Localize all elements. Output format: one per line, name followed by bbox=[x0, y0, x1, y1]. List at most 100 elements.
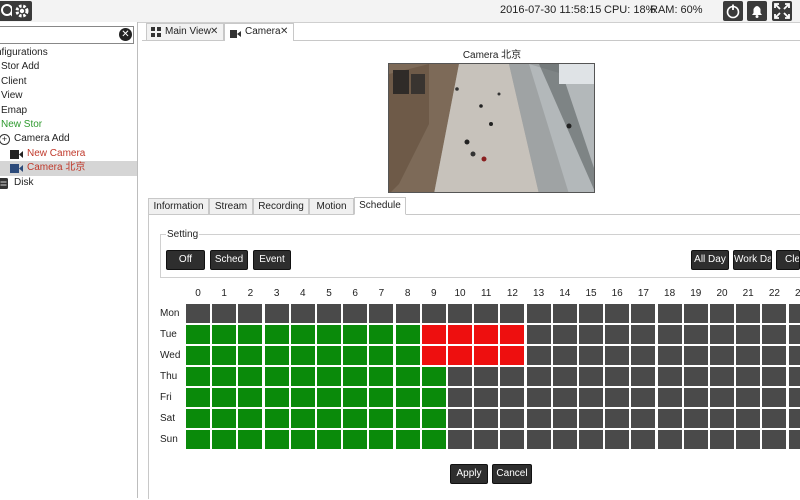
schedule-cell[interactable] bbox=[395, 388, 420, 407]
schedule-cell[interactable] bbox=[579, 388, 603, 407]
schedule-cell[interactable] bbox=[736, 346, 761, 365]
schedule-cell[interactable] bbox=[605, 325, 630, 344]
schedule-cell[interactable] bbox=[186, 304, 210, 323]
schedule-cell[interactable] bbox=[500, 325, 525, 344]
apply-button[interactable]: Apply bbox=[450, 464, 488, 484]
schedule-cell[interactable] bbox=[788, 346, 800, 365]
schedule-cell[interactable] bbox=[186, 409, 210, 428]
schedule-cell[interactable] bbox=[212, 430, 237, 449]
schedule-cell[interactable] bbox=[683, 367, 708, 386]
schedule-cell[interactable] bbox=[788, 304, 800, 323]
camera-video-feed[interactable] bbox=[388, 63, 595, 193]
schedule-cell[interactable] bbox=[710, 388, 734, 407]
schedule-cell[interactable] bbox=[526, 388, 551, 407]
schedule-cell[interactable] bbox=[474, 388, 499, 407]
schedule-cell[interactable] bbox=[212, 304, 237, 323]
schedule-cell[interactable] bbox=[605, 409, 630, 428]
tab-camera[interactable]: Camera ✕ bbox=[224, 23, 294, 41]
close-icon[interactable]: ✕ bbox=[210, 24, 218, 40]
schedule-cell[interactable] bbox=[317, 367, 341, 386]
schedule-cell[interactable] bbox=[500, 430, 525, 449]
schedule-cell[interactable] bbox=[395, 409, 420, 428]
schedule-cell[interactable] bbox=[369, 430, 394, 449]
tree-item-new-stor[interactable]: New Stor bbox=[0, 118, 137, 132]
schedule-cell[interactable] bbox=[421, 346, 446, 365]
schedule-cell[interactable] bbox=[500, 409, 525, 428]
schedule-cell[interactable] bbox=[605, 430, 630, 449]
schedule-cell[interactable] bbox=[762, 388, 787, 407]
schedule-cell[interactable] bbox=[238, 388, 263, 407]
schedule-cell[interactable] bbox=[448, 388, 472, 407]
schedule-cell[interactable] bbox=[579, 304, 603, 323]
schedule-cell[interactable] bbox=[421, 430, 446, 449]
schedule-cell[interactable] bbox=[683, 325, 708, 344]
schedule-cell[interactable] bbox=[500, 388, 525, 407]
schedule-cell[interactable] bbox=[264, 430, 289, 449]
schedule-cell[interactable] bbox=[631, 367, 656, 386]
schedule-cell[interactable] bbox=[264, 409, 289, 428]
tree-item-camera-beijing[interactable]: Camera 北京 bbox=[0, 161, 137, 176]
schedule-cell[interactable] bbox=[343, 304, 368, 323]
schedule-cell[interactable] bbox=[736, 430, 761, 449]
schedule-cell[interactable] bbox=[186, 367, 210, 386]
tab-main-view[interactable]: Main View ✕ bbox=[146, 23, 224, 40]
tree-item-client[interactable]: Client bbox=[0, 75, 137, 89]
schedule-cell[interactable] bbox=[552, 430, 577, 449]
schedule-cell[interactable] bbox=[631, 325, 656, 344]
tree-item-camera-add[interactable]: + Camera Add bbox=[0, 132, 137, 146]
schedule-cell[interactable] bbox=[238, 346, 263, 365]
schedule-cell[interactable] bbox=[186, 430, 210, 449]
schedule-cell[interactable] bbox=[474, 409, 499, 428]
sched-button[interactable]: Sched bbox=[210, 250, 248, 270]
schedule-cell[interactable] bbox=[212, 409, 237, 428]
schedule-cell[interactable] bbox=[579, 346, 603, 365]
schedule-cell[interactable] bbox=[657, 304, 682, 323]
schedule-cell[interactable] bbox=[212, 388, 237, 407]
tree-item-view[interactable]: View bbox=[0, 89, 137, 103]
schedule-cell[interactable] bbox=[631, 409, 656, 428]
schedule-cell[interactable] bbox=[343, 409, 368, 428]
schedule-cell[interactable] bbox=[526, 304, 551, 323]
work-day-button[interactable]: Work Day bbox=[733, 250, 772, 270]
schedule-cell[interactable] bbox=[369, 367, 394, 386]
schedule-cell[interactable] bbox=[579, 325, 603, 344]
schedule-cell[interactable] bbox=[552, 304, 577, 323]
tree-item-disk[interactable]: Disk bbox=[0, 176, 137, 190]
schedule-cell[interactable] bbox=[526, 409, 551, 428]
search-input[interactable] bbox=[0, 26, 134, 44]
schedule-cell[interactable] bbox=[788, 388, 800, 407]
schedule-cell[interactable] bbox=[657, 388, 682, 407]
schedule-cell[interactable] bbox=[448, 325, 472, 344]
schedule-cell[interactable] bbox=[264, 325, 289, 344]
schedule-cell[interactable] bbox=[212, 367, 237, 386]
schedule-cell[interactable] bbox=[474, 367, 499, 386]
schedule-cell[interactable] bbox=[369, 409, 394, 428]
schedule-cell[interactable] bbox=[290, 409, 315, 428]
schedule-cell[interactable] bbox=[683, 409, 708, 428]
schedule-cell[interactable] bbox=[343, 325, 368, 344]
schedule-cell[interactable] bbox=[317, 325, 341, 344]
schedule-cell[interactable] bbox=[369, 346, 394, 365]
schedule-cell[interactable] bbox=[631, 430, 656, 449]
schedule-cell[interactable] bbox=[579, 409, 603, 428]
tree-item-new-camera[interactable]: New Camera bbox=[0, 147, 137, 161]
schedule-cell[interactable] bbox=[710, 325, 734, 344]
tree-item-configurations[interactable]: nfigurations bbox=[0, 46, 137, 60]
schedule-cell[interactable] bbox=[395, 325, 420, 344]
schedule-cell[interactable] bbox=[788, 430, 800, 449]
schedule-cell[interactable] bbox=[762, 367, 787, 386]
schedule-cell[interactable] bbox=[290, 304, 315, 323]
schedule-cell[interactable] bbox=[290, 367, 315, 386]
schedule-cell[interactable] bbox=[317, 346, 341, 365]
schedule-cell[interactable] bbox=[788, 325, 800, 344]
schedule-cell[interactable] bbox=[736, 367, 761, 386]
schedule-cell[interactable] bbox=[421, 367, 446, 386]
schedule-cell[interactable] bbox=[762, 409, 787, 428]
schedule-cell[interactable] bbox=[343, 388, 368, 407]
schedule-cell[interactable] bbox=[552, 346, 577, 365]
schedule-cell[interactable] bbox=[736, 409, 761, 428]
schedule-cell[interactable] bbox=[579, 430, 603, 449]
schedule-cell[interactable] bbox=[710, 409, 734, 428]
event-button[interactable]: Event bbox=[253, 250, 291, 270]
schedule-cell[interactable] bbox=[710, 304, 734, 323]
